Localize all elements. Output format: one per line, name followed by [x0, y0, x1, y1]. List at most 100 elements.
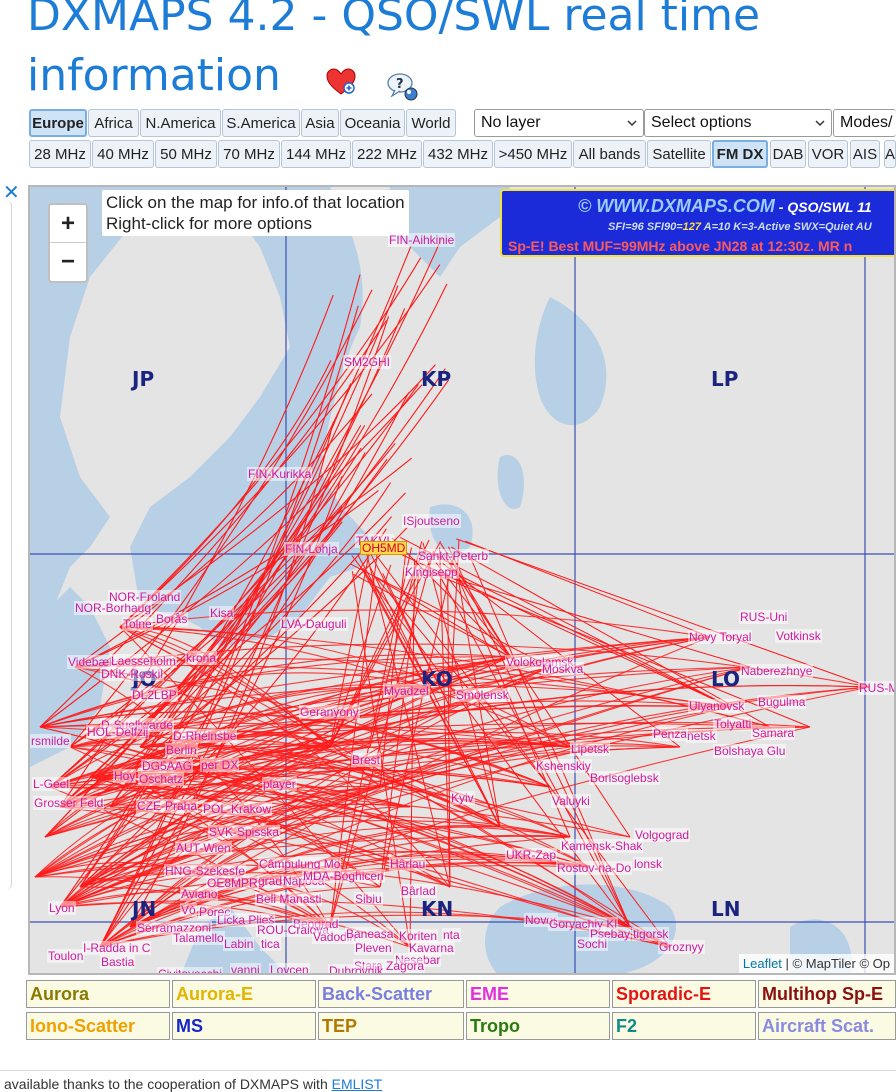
home-station-label[interactable]: OH5MD [360, 541, 408, 555]
city-label[interactable]: L-Geel [32, 777, 71, 791]
zoom-in-button[interactable]: + [50, 205, 86, 243]
city-label[interactable]: Bolshaya Glu [713, 744, 787, 758]
city-label[interactable]: Volgograd [634, 828, 691, 842]
city-label[interactable]: AUT-Wien [175, 841, 232, 855]
city-label[interactable]: Naberezhnye [740, 664, 814, 678]
band-tab-ais[interactable]: AIS [850, 140, 880, 168]
city-label[interactable]: Lyon [48, 901, 76, 915]
layer-select[interactable]: No layer [474, 109, 644, 137]
region-tab-namerica[interactable]: N.America [140, 109, 221, 137]
city-label[interactable]: POL-Krakow [202, 802, 273, 816]
city-label[interactable]: Kisa [209, 606, 235, 620]
city-label[interactable]: FIN-Lohja [284, 542, 339, 556]
city-label[interactable]: HOL-Delfzij [86, 725, 150, 739]
city-label[interactable]: per DX [200, 758, 240, 772]
city-label[interactable]: Sibiu [354, 892, 383, 906]
city-label[interactable]: DG5AAG [141, 759, 194, 773]
city-label[interactable]: Pleven [354, 941, 393, 955]
city-label[interactable]: Lovcen [269, 963, 310, 973]
city-label[interactable]: rsmilde [30, 734, 71, 748]
city-label[interactable]: Baneasa [345, 927, 395, 941]
options-select[interactable]: Select options [644, 109, 832, 137]
city-label[interactable]: Borås [155, 612, 189, 626]
city-label[interactable]: Tolyatti [713, 717, 753, 731]
solar-data-banner[interactable]: © WWW.DXMAPS.COM - QSO/SWL 11 SFI=96 SFI… [500, 189, 894, 257]
city-label[interactable]: I-Radda in C [82, 941, 152, 955]
city-label[interactable]: Hârlau [389, 857, 427, 871]
city-label[interactable]: SM2GHI [343, 355, 392, 369]
city-label[interactable]: CZE-Praha [136, 799, 199, 813]
city-label[interactable]: Penza [652, 727, 689, 741]
city-label[interactable]: Kamensk-Shak [560, 839, 644, 853]
city-label[interactable]: grad [257, 874, 284, 888]
city-label[interactable]: DNK-Roskil [100, 667, 165, 681]
city-label[interactable]: Kingisepp [404, 565, 459, 579]
city-label[interactable]: Bastia [100, 955, 136, 969]
city-label[interactable]: Smolensk [455, 688, 510, 702]
band-tab-222mhz[interactable]: 222 MHz [352, 140, 422, 168]
city-label[interactable]: Tolne [122, 617, 153, 631]
city-label[interactable]: FIN-Kurikka [247, 467, 313, 481]
city-label[interactable]: NOR-Borhaug [74, 601, 153, 615]
region-tab-samerica[interactable]: S.America [222, 109, 300, 137]
city-label[interactable]: Civitavecchi [157, 967, 224, 973]
help-icon[interactable]: ? [386, 72, 420, 102]
city-label[interactable]: netsk [686, 729, 717, 743]
city-label[interactable]: D-Rheinsbe [172, 729, 238, 743]
emlist-link[interactable]: EMLIST [332, 1076, 383, 1092]
city-label[interactable]: Valuyki [551, 794, 591, 808]
city-label[interactable]: nta [442, 928, 461, 942]
city-label[interactable]: krona [185, 651, 218, 665]
city-label[interactable]: Vò [180, 903, 197, 917]
city-label[interactable]: Lipetsk [570, 742, 611, 756]
city-label[interactable]: Grosser Feld [33, 796, 105, 810]
city-label[interactable]: Novy Toryal [688, 630, 753, 644]
city-label[interactable]: Talamello [172, 931, 225, 945]
city-label[interactable]: vanni [230, 963, 261, 973]
city-label[interactable]: Kshenskiy [535, 759, 592, 773]
region-tab-oceania[interactable]: Oceania [340, 109, 405, 137]
city-label[interactable]: Sochi [576, 937, 609, 951]
city-label[interactable]: player [262, 777, 297, 791]
city-label[interactable]: tigorsk [632, 927, 670, 941]
city-label[interactable]: FIN-Aihkinie [388, 233, 456, 247]
map-view[interactable]: + − Click on the map for info.of that lo… [28, 185, 896, 975]
band-tab-40mhz[interactable]: 40 MHz [92, 140, 154, 168]
region-tab-asia[interactable]: Asia [301, 109, 339, 137]
city-label[interactable]: Sankt-Peterb [417, 549, 490, 563]
city-label[interactable]: Bugulma [757, 695, 807, 709]
band-tab-fmdx[interactable]: FM DX [712, 140, 768, 168]
city-label[interactable]: Hoy [113, 769, 137, 783]
band-tab-a[interactable]: A [884, 140, 896, 168]
city-label[interactable]: MDA-Boghicen [302, 869, 385, 883]
city-label[interactable]: Beli Manasti [255, 892, 323, 906]
leaflet-link[interactable]: Leaflet [743, 956, 782, 971]
band-tab-28mhz[interactable]: 28 MHz [29, 140, 91, 168]
region-tab-world[interactable]: World [406, 109, 456, 137]
zoom-out-button[interactable]: − [50, 243, 86, 281]
city-label[interactable]: Myadzel [383, 684, 430, 698]
city-label[interactable]: Samara [751, 726, 796, 740]
city-label[interactable]: DL2LBP [131, 688, 178, 702]
city-label[interactable]: SVK-Spisska [208, 825, 281, 839]
city-label[interactable]: Rostov-na-Do [556, 861, 633, 875]
region-tab-europe[interactable]: Europe [29, 109, 87, 137]
band-tab-satellite[interactable]: Satellite [647, 140, 711, 168]
band-tab-dab[interactable]: DAB [770, 140, 806, 168]
city-label[interactable]: ISjoutseno [402, 514, 461, 528]
band-tab-allbands[interactable]: All bands [573, 140, 646, 168]
city-label[interactable]: Groznyy [658, 940, 705, 954]
modes-select[interactable]: Modes/ [833, 109, 896, 137]
city-label[interactable]: lonsk [633, 857, 664, 871]
city-label[interactable]: RUS-Uni [739, 610, 789, 624]
favorite-heart-icon[interactable] [326, 68, 356, 96]
band-tab-144mhz[interactable]: 144 MHz [281, 140, 351, 168]
city-label[interactable]: Labin [223, 937, 255, 951]
band-tab-vor[interactable]: VOR [808, 140, 848, 168]
city-label[interactable]: Aviano [180, 887, 219, 901]
band-tab-432mhz[interactable]: 432 MHz [423, 140, 493, 168]
city-label[interactable]: Laesseholm [110, 654, 177, 668]
city-label[interactable]: Bârlad [400, 884, 437, 898]
region-tab-africa[interactable]: Africa [88, 109, 139, 137]
city-label[interactable]: Berlin [165, 743, 198, 757]
